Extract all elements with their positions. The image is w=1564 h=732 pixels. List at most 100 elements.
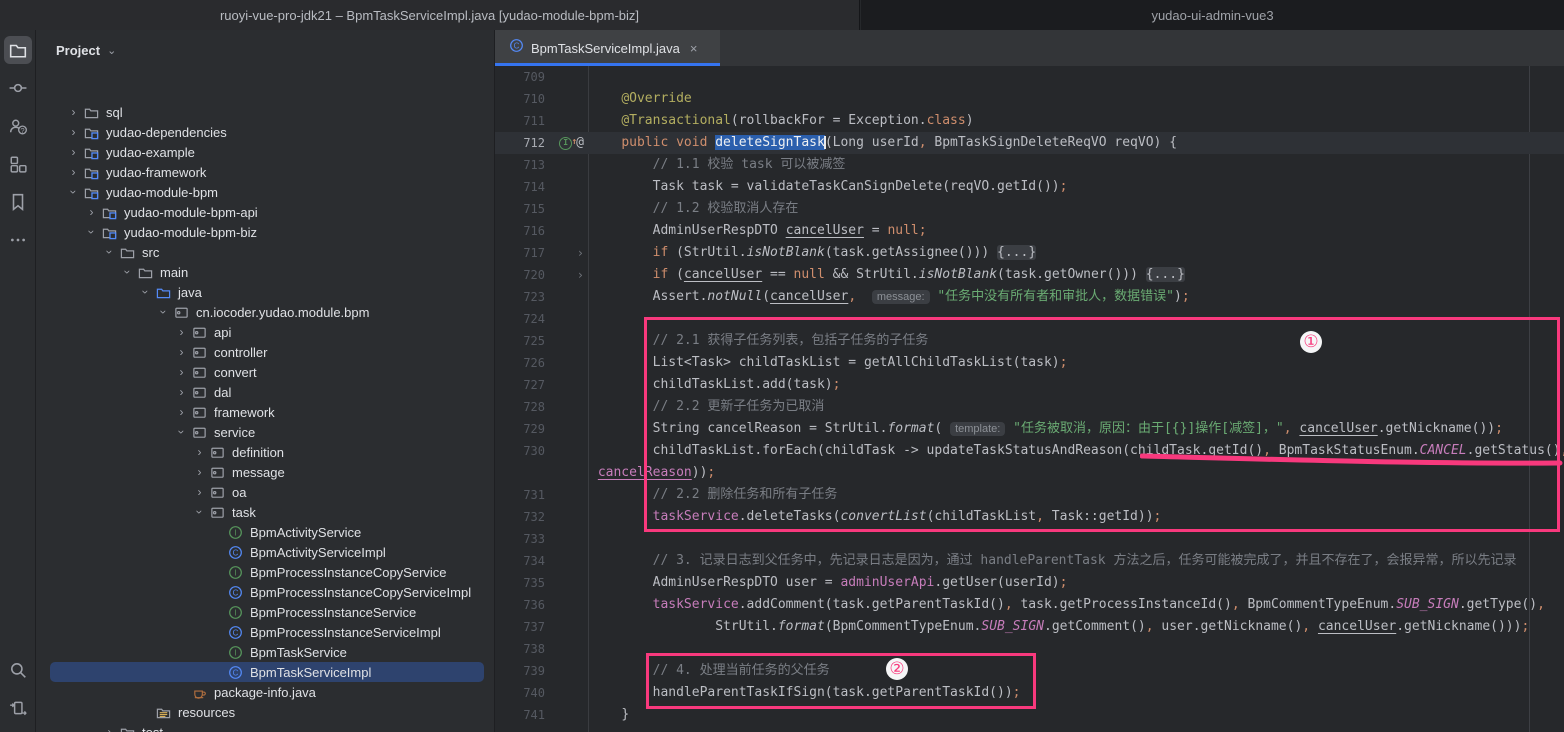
- code-line-739[interactable]: 739 // 4. 处理当前任务的父任务: [495, 660, 1564, 682]
- more-tool-windows-icon[interactable]: [4, 226, 32, 254]
- chevron-down-icon[interactable]: ⌄: [107, 44, 116, 57]
- code-line-723[interactable]: 723 Assert.notNull(cancelUser, message: …: [495, 286, 1564, 308]
- tree-item-bpmactivityserviceimpl[interactable]: CBpmActivityServiceImpl: [36, 542, 494, 562]
- tree-item-main[interactable]: ›main: [36, 262, 494, 282]
- code-line-712[interactable]: 712I@ public void deleteSignTask(Long us…: [495, 132, 1564, 154]
- tree-item-yudao-module-bpm-biz[interactable]: ›yudao-module-bpm-biz: [36, 222, 494, 242]
- chevron-closed-icon[interactable]: ›: [82, 205, 101, 219]
- tree-item-bpmprocessinstancecopyserviceimpl[interactable]: CBpmProcessInstanceCopyServiceImpl: [36, 582, 494, 602]
- code-line-740[interactable]: 740 handleParentTaskIfSign(task.getParen…: [495, 682, 1564, 704]
- code-line-733[interactable]: 733: [495, 528, 1564, 550]
- tree-item-sql[interactable]: ›sql: [36, 102, 494, 122]
- chevron-open-icon[interactable]: ›: [103, 243, 117, 262]
- tree-item-bpmprocessinstanceservice[interactable]: IBpmProcessInstanceService: [36, 602, 494, 622]
- chevron-closed-icon[interactable]: ›: [190, 445, 209, 459]
- chevron-closed-icon[interactable]: ›: [64, 105, 83, 119]
- code-line-729[interactable]: 729 String cancelReason = StrUtil.format…: [495, 418, 1564, 440]
- structure-icon[interactable]: [4, 150, 32, 178]
- code-line-735[interactable]: 735 AdminUserRespDTO user = adminUserApi…: [495, 572, 1564, 594]
- chevron-open-icon[interactable]: ›: [157, 303, 171, 322]
- chevron-closed-icon[interactable]: ›: [172, 365, 191, 379]
- tree-item-test[interactable]: ›test: [36, 722, 494, 732]
- chevron-closed-icon[interactable]: ›: [64, 125, 83, 139]
- chevron-closed-icon[interactable]: ›: [172, 325, 191, 339]
- chevron-closed-icon[interactable]: ›: [64, 145, 83, 159]
- chevron-open-icon[interactable]: ›: [121, 263, 135, 282]
- chevron-closed-icon[interactable]: ›: [100, 725, 119, 732]
- tree-item-yudao-example[interactable]: ›yudao-example: [36, 142, 494, 162]
- code-line-720[interactable]: 720› if (cancelUser == null && StrUtil.i…: [495, 264, 1564, 286]
- tree-item-service[interactable]: ›service: [36, 422, 494, 442]
- tree-item-dal[interactable]: ›dal: [36, 382, 494, 402]
- tab-bpmtaskserviceimpl[interactable]: C BpmTaskServiceImpl.java ×: [495, 30, 720, 66]
- tree-item-bpmactivityservice[interactable]: IBpmActivityService: [36, 522, 494, 542]
- search-icon[interactable]: [4, 656, 32, 684]
- code-line-728[interactable]: 728 // 2.2 更新子任务为已取消: [495, 396, 1564, 418]
- code-line-709[interactable]: 709: [495, 66, 1564, 88]
- code-line-717[interactable]: 717› if (StrUtil.isNotBlank(task.getAssi…: [495, 242, 1564, 264]
- tree-item-yudao-dependencies[interactable]: ›yudao-dependencies: [36, 122, 494, 142]
- tree-item-task[interactable]: ›task: [36, 502, 494, 522]
- pull-requests-icon[interactable]: ?: [4, 112, 32, 140]
- tree-item-yudao-module-bpm-api[interactable]: ›yudao-module-bpm-api: [36, 202, 494, 222]
- code-line-710[interactable]: 710 @Override: [495, 88, 1564, 110]
- project-panel-header[interactable]: Project ⌄: [36, 30, 494, 70]
- chevron-closed-icon[interactable]: ›: [172, 385, 191, 399]
- code-line-732[interactable]: 732 taskService.deleteTasks(convertList(…: [495, 506, 1564, 528]
- tree-item-bpmtaskserviceimpl[interactable]: CBpmTaskServiceImpl: [36, 662, 494, 682]
- tree-item-java[interactable]: ›java: [36, 282, 494, 302]
- tree-item-convert[interactable]: ›convert: [36, 362, 494, 382]
- chevron-open-icon[interactable]: ›: [85, 223, 99, 242]
- chevron-closed-icon[interactable]: ›: [190, 485, 209, 499]
- code-line-724[interactable]: 724: [495, 308, 1564, 330]
- project-folder-icon[interactable]: [4, 36, 32, 64]
- chevron-open-icon[interactable]: ›: [67, 183, 81, 202]
- code-line-730[interactable]: 730 childTaskList.forEach(childTask -> u…: [495, 440, 1564, 462]
- code-line-714[interactable]: 714 Task task = validateTaskCanSignDelet…: [495, 176, 1564, 198]
- chevron-closed-icon[interactable]: ›: [172, 345, 191, 359]
- code-line-742[interactable]: 742: [495, 726, 1564, 732]
- code-line-736[interactable]: 736 taskService.addComment(task.getParen…: [495, 594, 1564, 616]
- code-line-715[interactable]: 715 // 1.2 校验取消人存在: [495, 198, 1564, 220]
- chevron-open-icon[interactable]: ›: [139, 283, 153, 302]
- tree-item-framework[interactable]: ›framework: [36, 402, 494, 422]
- terminal-icon[interactable]: [4, 694, 32, 722]
- close-icon[interactable]: ×: [690, 41, 698, 56]
- tree-item-bpmprocessinstancecopyservice[interactable]: IBpmProcessInstanceCopyService: [36, 562, 494, 582]
- tree-item-resources[interactable]: resources: [36, 702, 494, 722]
- chevron-open-icon[interactable]: ›: [193, 503, 207, 522]
- tree-item-oa[interactable]: ›oa: [36, 482, 494, 502]
- tree-item-definition[interactable]: ›definition: [36, 442, 494, 462]
- code-line-737[interactable]: 737 StrUtil.format(BpmCommentTypeEnum.SU…: [495, 616, 1564, 638]
- code-line-734[interactable]: 734 // 3. 记录日志到父任务中，先记录日志是因为，通过 handlePa…: [495, 550, 1564, 572]
- editor-area[interactable]: C BpmTaskServiceImpl.java × 709710 @Over…: [495, 30, 1564, 732]
- tree-item-yudao-framework[interactable]: ›yudao-framework: [36, 162, 494, 182]
- implements-method-icon[interactable]: I@: [545, 132, 588, 154]
- tree-item-yudao-module-bpm[interactable]: ›yudao-module-bpm: [36, 182, 494, 202]
- chevron-closed-icon[interactable]: ›: [64, 165, 83, 179]
- tree-item-controller[interactable]: ›controller: [36, 342, 494, 362]
- tree-item-bpmprocessinstanceserviceimpl[interactable]: CBpmProcessInstanceServiceImpl: [36, 622, 494, 642]
- code-line-731[interactable]: 731 // 2.2 删除任务和所有子任务: [495, 484, 1564, 506]
- tree-item-package-info-java[interactable]: package-info.java: [36, 682, 494, 702]
- tree-item-api[interactable]: ›api: [36, 322, 494, 342]
- commit-icon[interactable]: [4, 74, 32, 102]
- chevron-closed-icon[interactable]: ›: [172, 405, 191, 419]
- code-line-wrap[interactable]: cancelReason));: [495, 462, 1564, 484]
- tree-item-src[interactable]: ›src: [36, 242, 494, 262]
- code-line-738[interactable]: 738: [495, 638, 1564, 660]
- tree-item-message[interactable]: ›message: [36, 462, 494, 482]
- code-line-741[interactable]: 741 }: [495, 704, 1564, 726]
- code-editor[interactable]: 709710 @Override711 @Transactional(rollb…: [495, 66, 1564, 732]
- tree-item-cn-iocoder-yudao-module-bpm[interactable]: ›cn.iocoder.yudao.module.bpm: [36, 302, 494, 322]
- chevron-closed-icon[interactable]: ›: [190, 465, 209, 479]
- code-line-727[interactable]: 727 childTaskList.add(task);: [495, 374, 1564, 396]
- fold-arrow-icon[interactable]: ›: [545, 242, 588, 264]
- tree-item-bpmtaskservice[interactable]: IBpmTaskService: [36, 642, 494, 662]
- code-line-713[interactable]: 713 // 1.1 校验 task 可以被减签: [495, 154, 1564, 176]
- code-line-716[interactable]: 716 AdminUserRespDTO cancelUser = null;: [495, 220, 1564, 242]
- chevron-open-icon[interactable]: ›: [175, 423, 189, 442]
- code-line-726[interactable]: 726 List<Task> childTaskList = getAllChi…: [495, 352, 1564, 374]
- code-line-711[interactable]: 711 @Transactional(rollbackFor = Excepti…: [495, 110, 1564, 132]
- fold-arrow-icon[interactable]: ›: [545, 264, 588, 286]
